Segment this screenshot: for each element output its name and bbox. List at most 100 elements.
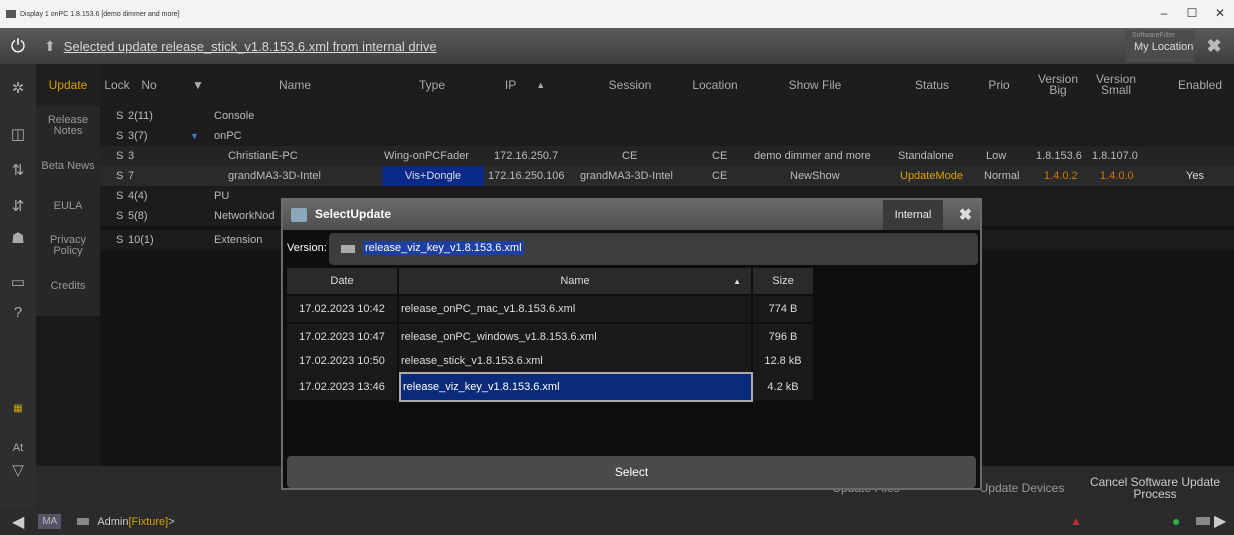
- file-size[interactable]: 4.2 kB: [753, 374, 813, 400]
- internal-drive-button[interactable]: Internal: [883, 200, 943, 230]
- expand-icon[interactable]: ▼: [190, 126, 199, 146]
- col-session[interactable]: Session: [580, 64, 680, 106]
- row-lock: S: [116, 110, 124, 122]
- row-name: PU: [214, 190, 230, 202]
- layout-icon[interactable]: ◫: [0, 120, 36, 148]
- col-version-big[interactable]: Version Big: [1030, 64, 1086, 106]
- cancel-update-button[interactable]: Cancel Software Update Process: [1080, 472, 1230, 504]
- keyboard-icon[interactable]: [77, 518, 90, 525]
- table-row[interactable]: [100, 106, 1234, 126]
- dialog-titlebar: SelectUpdate Internal ✖: [283, 200, 980, 230]
- col-type[interactable]: Type: [382, 64, 482, 106]
- col-no[interactable]: No: [134, 64, 164, 106]
- col-file-name[interactable]: Name ▲: [399, 268, 751, 294]
- right-arrow-icon[interactable]: ▶: [1214, 511, 1226, 531]
- color-grid-icon[interactable]: ▦: [0, 394, 36, 422]
- monitor-icon[interactable]: ▭: [0, 268, 36, 296]
- sort-asc-icon: ▲: [536, 79, 546, 90]
- top-bar: ⏻ ⬆ Selected update release_stick_v1.8.1…: [0, 28, 1234, 64]
- tab-release-notes[interactable]: Release Notes: [36, 106, 100, 146]
- tab-beta-news[interactable]: Beta News: [36, 146, 100, 186]
- row-showfile: NewShow: [790, 170, 840, 182]
- left-arrow-icon[interactable]: ◀: [12, 512, 24, 532]
- keyboard-icon[interactable]: [341, 245, 355, 253]
- col-prio[interactable]: Prio: [974, 64, 1024, 106]
- close-icon[interactable]: ✖: [1200, 32, 1228, 60]
- window-titlebar: Display 1 onPC 1.8.153.6 [demo dimmer an…: [0, 0, 1234, 28]
- row-lock: S: [116, 170, 124, 182]
- sort-icon[interactable]: ⇅: [0, 156, 36, 184]
- file-date[interactable]: 17.02.2023 10:50: [287, 348, 397, 374]
- row-no: 3(7): [128, 130, 148, 142]
- status-message: Selected update release_stick_v1.8.153.6…: [63, 38, 437, 54]
- users-icon[interactable]: ☗: [0, 224, 36, 252]
- left-sidebar: ✲ ◫ ⇅ ⇵ ☗ ▭ ? ▦ At ▽: [0, 64, 36, 508]
- file-size[interactable]: 796 B: [753, 324, 813, 350]
- filter-sort-icon[interactable]: ⇵: [0, 192, 36, 220]
- tab-privacy-policy[interactable]: Privacy Policy: [36, 226, 100, 266]
- file-name[interactable]: release_onPC_mac_v1.8.153.6.xml: [399, 296, 751, 322]
- row-name: grandMA3-3D-Intel: [228, 170, 321, 182]
- col-expand-icon[interactable]: ▼: [188, 64, 208, 106]
- row-name: Console: [214, 110, 255, 122]
- gear-icon[interactable]: ✲: [0, 74, 36, 102]
- row-version-small: 1.8.107.0: [1092, 150, 1138, 162]
- update-devices-button[interactable]: Update Devices: [972, 472, 1072, 504]
- software-filter[interactable]: SoftwareFilter My Location: [1126, 30, 1194, 62]
- row-prio: Normal: [984, 170, 1020, 182]
- row-lock: S: [116, 150, 124, 162]
- row-ip: 172.16.250.7: [494, 150, 559, 162]
- window-close-button[interactable]: ✕: [1206, 6, 1234, 20]
- tab-credits[interactable]: Credits: [36, 266, 100, 306]
- file-name-selected[interactable]: release_viz_key_v1.8.153.6.xml: [399, 372, 753, 402]
- tab-update[interactable]: Update: [36, 64, 100, 106]
- funnel-icon[interactable]: ▽: [0, 456, 36, 484]
- dialog-close-icon[interactable]: ✖: [951, 200, 980, 230]
- col-status[interactable]: Status: [892, 64, 972, 106]
- tab-eula[interactable]: EULA: [36, 186, 100, 226]
- power-icon[interactable]: ⏻: [0, 28, 36, 64]
- row-lock: S: [116, 130, 124, 142]
- version-value[interactable]: release_viz_key_v1.8.153.6.xml: [363, 241, 524, 255]
- cmd-object[interactable]: [Fixture]: [129, 516, 169, 528]
- row-name: Extension: [214, 234, 263, 246]
- maximize-button[interactable]: ☐: [1178, 6, 1206, 20]
- select-button[interactable]: Select: [287, 456, 976, 488]
- dialog-title: SelectUpdate: [315, 207, 392, 221]
- row-type: Vis+Dongle: [382, 166, 484, 186]
- file-size[interactable]: 774 B: [753, 296, 813, 322]
- tab-panel: Update Release Notes Beta News EULA Priv…: [36, 64, 100, 316]
- row-status: UpdateMode: [900, 170, 963, 182]
- col-ip[interactable]: IP ▲: [485, 64, 565, 106]
- file-date[interactable]: 17.02.2023 10:42: [287, 296, 397, 322]
- row-lock: S: [116, 234, 124, 246]
- file-size[interactable]: 12.8 kB: [753, 348, 813, 374]
- col-location[interactable]: Location: [688, 64, 742, 106]
- network-status-icon[interactable]: ●: [1172, 513, 1180, 529]
- col-version-small[interactable]: Version Small: [1088, 64, 1144, 106]
- minimize-button[interactable]: –: [1150, 6, 1178, 20]
- file-date[interactable]: 17.02.2023 10:47: [287, 324, 397, 350]
- keyboard-icon[interactable]: [1196, 517, 1210, 525]
- col-lock[interactable]: Lock: [102, 64, 132, 106]
- row-name: NetworkNod: [214, 210, 275, 222]
- version-input[interactable]: release_viz_key_v1.8.153.6.xml: [329, 233, 978, 265]
- col-size[interactable]: Size: [753, 268, 813, 294]
- file-date[interactable]: 17.02.2023 13:46: [287, 374, 397, 400]
- col-showfile[interactable]: Show File: [750, 64, 880, 106]
- cmd-user[interactable]: Admin: [97, 516, 128, 528]
- warning-icon[interactable]: ▲: [1070, 514, 1082, 528]
- row-ip: 172.16.250.106: [488, 170, 565, 182]
- sort-asc-icon: ▲: [733, 276, 741, 286]
- col-name[interactable]: Name: [230, 64, 360, 106]
- help-icon[interactable]: ?: [0, 298, 36, 326]
- row-no: 4(4): [128, 190, 148, 202]
- col-enabled[interactable]: Enabled: [1170, 64, 1230, 106]
- row-no: 2(11): [128, 110, 153, 122]
- file-name[interactable]: release_onPC_windows_v1.8.153.6.xml: [399, 324, 751, 350]
- table-row[interactable]: [100, 126, 1234, 146]
- ma-logo: MA: [38, 514, 62, 529]
- col-date[interactable]: Date: [287, 268, 397, 294]
- row-no: 5(8): [128, 210, 148, 222]
- file-name[interactable]: release_stick_v1.8.153.6.xml: [399, 348, 751, 374]
